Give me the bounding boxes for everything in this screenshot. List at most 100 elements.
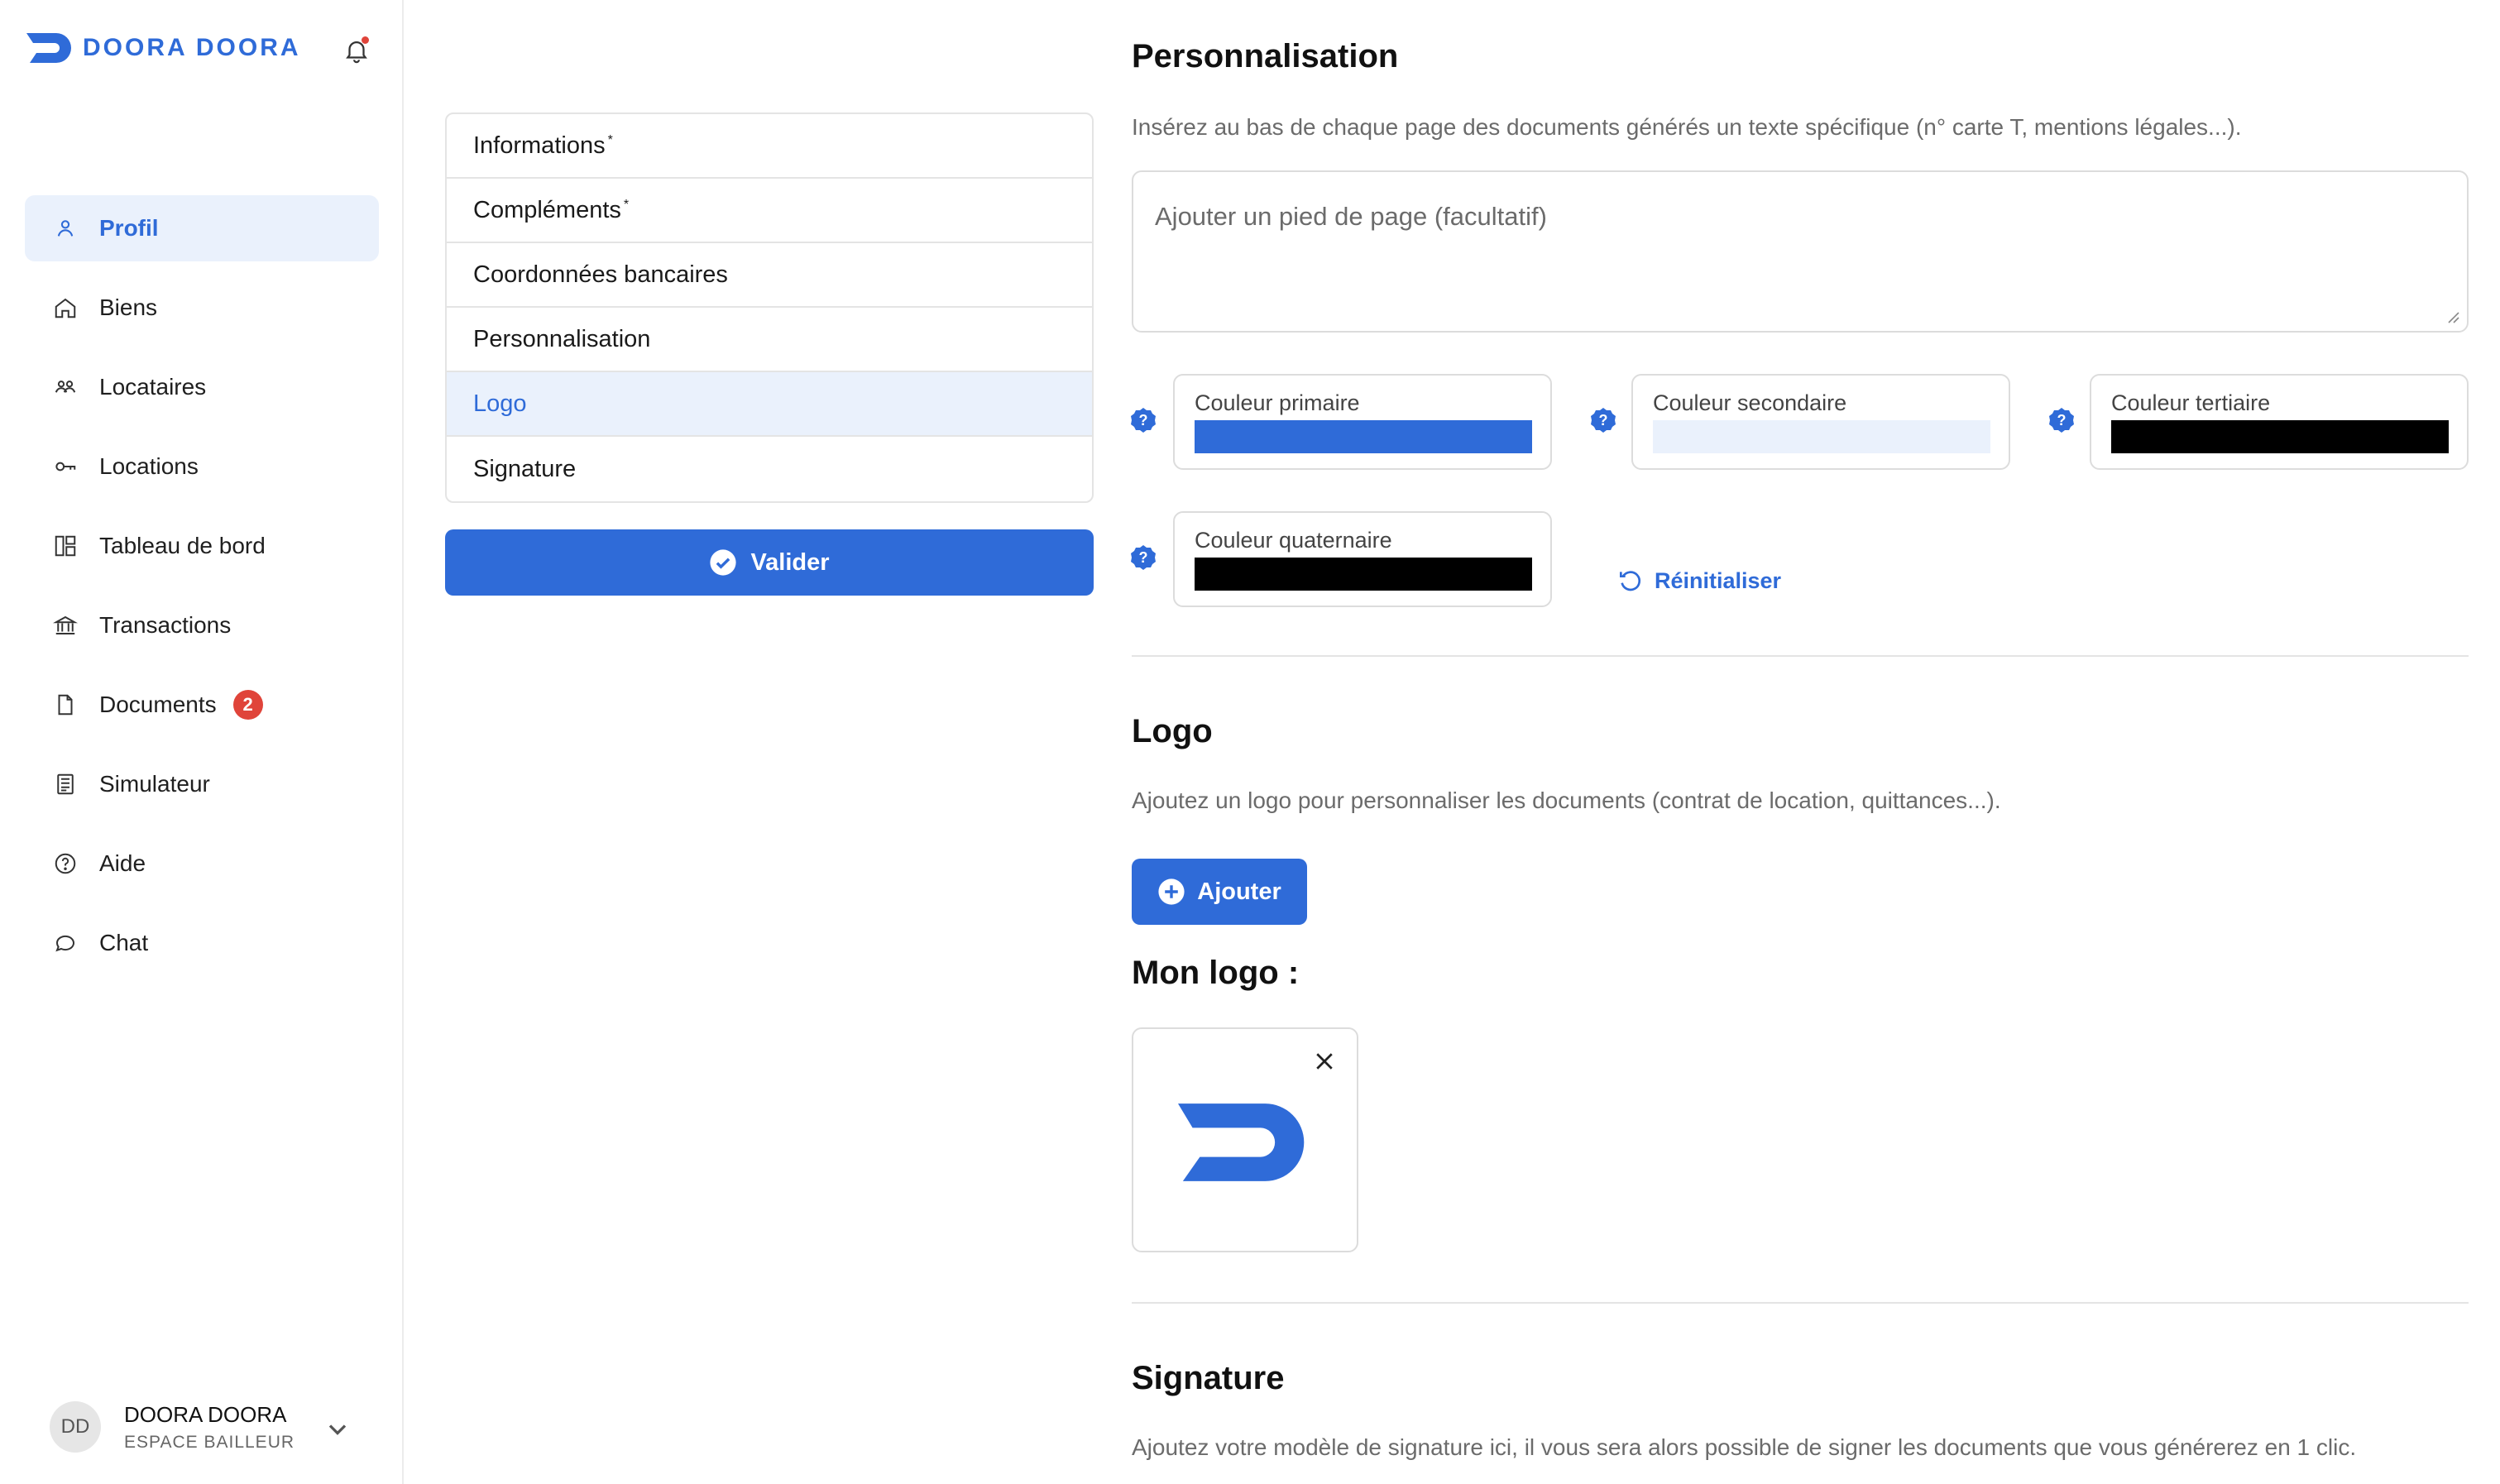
sidebar-item-locations[interactable]: Locations bbox=[25, 433, 379, 500]
footer-placeholder: Ajouter un pied de page (facultatif) bbox=[1155, 202, 1547, 231]
section-divider bbox=[1132, 1302, 2469, 1304]
user-role: ESPACE BAILLEUR bbox=[124, 1432, 295, 1452]
menu-item-complements[interactable]: Compléments * bbox=[447, 179, 1092, 243]
sidebar-item-label: Transactions bbox=[99, 612, 232, 638]
signature-description: Ajoutez votre modèle de signature ici, i… bbox=[1132, 1434, 2357, 1460]
sidebar-item-simulateur[interactable]: Simulateur bbox=[25, 751, 379, 817]
help-icon[interactable]: ? bbox=[2048, 407, 2075, 433]
help-icon[interactable]: ? bbox=[1590, 407, 1616, 433]
sidebar-item-label: Tableau de bord bbox=[99, 533, 266, 558]
logo-title: Logo bbox=[1132, 713, 1213, 749]
calculator-icon bbox=[51, 770, 79, 798]
color-tertiary-field[interactable]: Couleur tertiaire bbox=[2090, 374, 2469, 470]
add-logo-label: Ajouter bbox=[1197, 878, 1281, 905]
validate-label: Valider bbox=[750, 548, 830, 576]
personalisation-title: Personnalisation bbox=[1132, 38, 1399, 74]
color-primary-field[interactable]: Couleur primaire bbox=[1173, 374, 1552, 470]
sidebar-item-label: Profil bbox=[99, 215, 159, 241]
menu-item-label: Informations bbox=[473, 132, 606, 159]
color-primary-swatch bbox=[1195, 420, 1532, 453]
notification-bell-icon[interactable] bbox=[342, 36, 371, 65]
menu-item-logo[interactable]: Logo bbox=[447, 372, 1092, 437]
sidebar-item-locataires[interactable]: Locataires bbox=[25, 354, 379, 420]
menu-item-personnalisation[interactable]: Personnalisation bbox=[447, 308, 1092, 372]
color-quaternary-field[interactable]: Couleur quaternaire bbox=[1173, 511, 1552, 607]
color-secondary-field[interactable]: Couleur secondaire bbox=[1631, 374, 2010, 470]
svg-text:?: ? bbox=[2057, 412, 2067, 428]
add-logo-button[interactable]: Ajouter bbox=[1132, 859, 1307, 925]
required-mark: * bbox=[623, 198, 630, 212]
svg-text:?: ? bbox=[1599, 412, 1608, 428]
sidebar-item-label: Aide bbox=[99, 850, 146, 876]
color-primary-label: Couleur primaire bbox=[1195, 390, 1360, 415]
help-icon[interactable]: ? bbox=[1130, 544, 1157, 571]
sidebar-item-biens[interactable]: Biens bbox=[25, 275, 379, 341]
resize-handle-icon[interactable] bbox=[2444, 308, 2460, 324]
validate-button[interactable]: Valider bbox=[445, 529, 1094, 596]
signature-title: Signature bbox=[1132, 1360, 1285, 1396]
document-icon bbox=[51, 691, 79, 719]
sidebar-nav: Profil Biens Locataires Locations Tablea… bbox=[25, 195, 379, 989]
user-icon bbox=[51, 214, 79, 242]
reset-label: Réinitialiser bbox=[1655, 567, 1782, 593]
menu-item-informations[interactable]: Informations * bbox=[447, 114, 1092, 179]
sidebar-item-profil[interactable]: Profil bbox=[25, 195, 379, 261]
menu-item-coordonnees-bancaires[interactable]: Coordonnées bancaires bbox=[447, 243, 1092, 308]
chevron-down-icon[interactable] bbox=[323, 1415, 352, 1444]
svg-text:?: ? bbox=[1139, 549, 1148, 566]
sidebar: DOORA DOORA Profil Biens Locataires Loca… bbox=[0, 0, 404, 1484]
menu-item-label: Compléments bbox=[473, 196, 621, 223]
sidebar-item-documents[interactable]: Documents 2 bbox=[25, 672, 379, 738]
sidebar-item-label: Biens bbox=[99, 294, 158, 320]
check-circle-icon bbox=[710, 549, 737, 576]
refresh-icon bbox=[1620, 571, 1641, 591]
avatar: DD bbox=[50, 1401, 101, 1453]
color-secondary-swatch bbox=[1653, 420, 1990, 453]
plus-circle-icon bbox=[1158, 878, 1185, 905]
color-tertiary-label: Couleur tertiaire bbox=[2111, 390, 2271, 415]
doora-logo-icon bbox=[26, 33, 71, 63]
personalisation-description: Insérez au bas de chaque page des docume… bbox=[1132, 114, 2242, 140]
user-profile[interactable]: DD DOORA DOORA ESPACE BAILLEUR bbox=[50, 1401, 295, 1453]
help-icon[interactable]: ? bbox=[1130, 407, 1157, 433]
menu-item-label: Logo bbox=[473, 390, 527, 417]
color-secondary-label: Couleur secondaire bbox=[1653, 390, 1847, 415]
menu-item-label: Coordonnées bancaires bbox=[473, 261, 728, 288]
sidebar-item-label: Simulateur bbox=[99, 771, 210, 797]
menu-item-label: Personnalisation bbox=[473, 325, 651, 352]
documents-count-badge: 2 bbox=[232, 690, 263, 720]
menu-item-label: Signature bbox=[473, 455, 577, 482]
profile-section-menu: Informations * Compléments * Coordonnées b… bbox=[445, 112, 1094, 503]
brand[interactable]: DOORA DOORA bbox=[26, 33, 301, 63]
sidebar-item-label: Documents bbox=[99, 692, 217, 717]
dashboard-icon bbox=[51, 532, 79, 560]
sidebar-item-chat[interactable]: Chat bbox=[25, 910, 379, 976]
sidebar-item-tableau-de-bord[interactable]: Tableau de bord bbox=[25, 513, 379, 579]
footer-textarea[interactable]: Ajouter un pied de page (facultatif) bbox=[1132, 170, 2469, 333]
svg-text:?: ? bbox=[1139, 412, 1148, 428]
chat-icon bbox=[51, 929, 79, 957]
logo-preview-card bbox=[1132, 1027, 1358, 1252]
color-tertiary-swatch bbox=[2111, 420, 2449, 453]
color-quaternary-swatch bbox=[1195, 558, 1532, 591]
doora-logo-image bbox=[1178, 1103, 1305, 1181]
user-name: DOORA DOORA bbox=[124, 1401, 287, 1427]
sidebar-item-transactions[interactable]: Transactions bbox=[25, 592, 379, 658]
close-icon[interactable] bbox=[1312, 1049, 1337, 1074]
users-icon bbox=[51, 373, 79, 401]
logo-description: Ajoutez un logo pour personnaliser les d… bbox=[1132, 787, 2001, 813]
sidebar-item-aide[interactable]: Aide bbox=[25, 831, 379, 897]
menu-item-signature[interactable]: Signature bbox=[447, 437, 1092, 501]
help-circle-icon bbox=[51, 850, 79, 878]
required-mark: * bbox=[607, 133, 613, 147]
reset-colors-button[interactable]: Réinitialiser bbox=[1616, 567, 1781, 594]
key-icon bbox=[51, 452, 79, 481]
bank-icon bbox=[51, 611, 79, 639]
home-icon bbox=[51, 294, 79, 322]
my-logo-title: Mon logo : bbox=[1132, 955, 1300, 991]
sidebar-item-label: Locations bbox=[99, 453, 199, 479]
sidebar-item-label: Locataires bbox=[99, 374, 207, 400]
brand-name: DOORA DOORA bbox=[83, 34, 301, 61]
sidebar-item-label: Chat bbox=[99, 930, 149, 955]
color-quaternary-label: Couleur quaternaire bbox=[1195, 528, 1392, 553]
